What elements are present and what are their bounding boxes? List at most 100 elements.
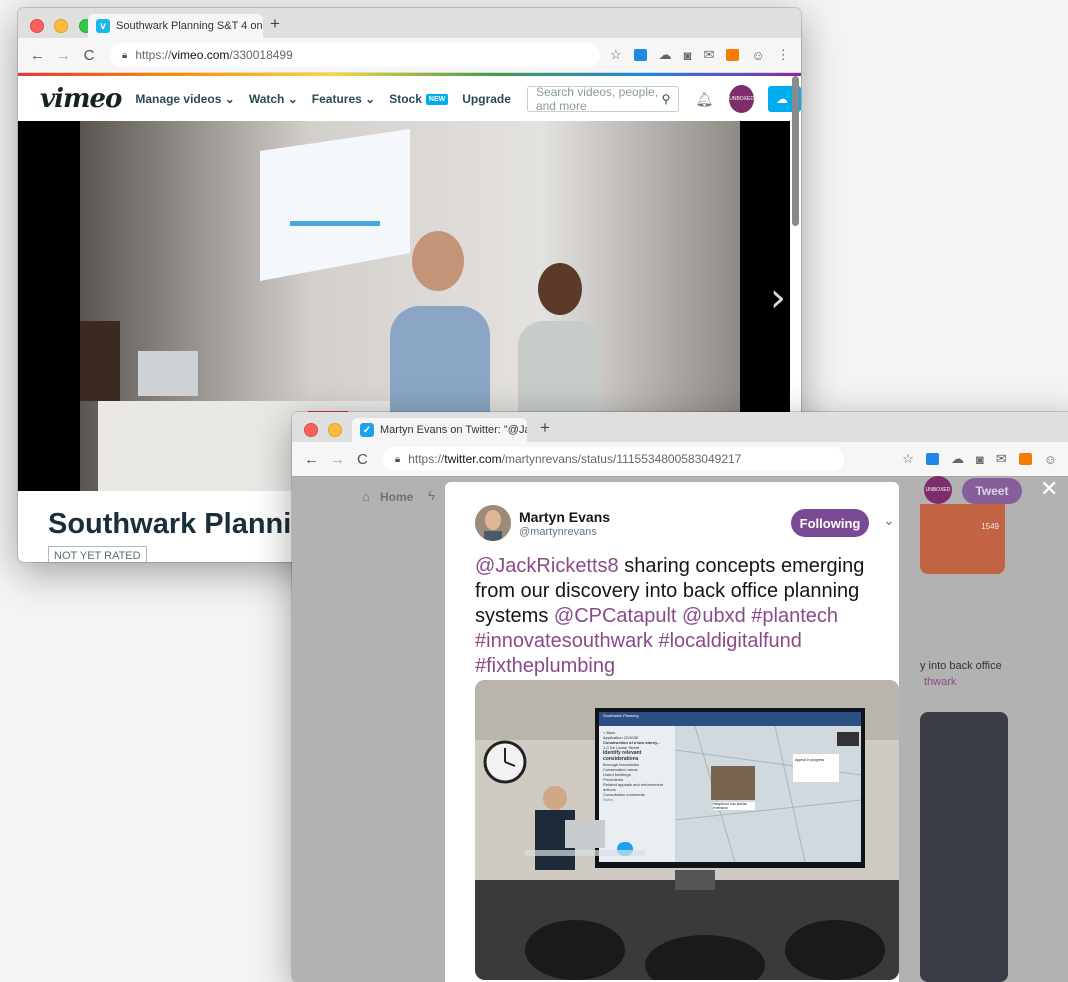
address-bar-row: ← → C 🔒︎ https://vimeo.com/330018499 ☆ ☁… [18, 38, 801, 73]
vimeo-navbar: vimeo Manage videos ⌄ Watch ⌄ Features ⌄… [18, 73, 801, 122]
url-prefix: https:// [135, 48, 171, 62]
close-modal-icon[interactable]: ✕ [1040, 476, 1058, 502]
lock-icon: 🔒︎ [122, 50, 127, 61]
tweet-text: @JackRicketts8 sharing concepts emerging… [475, 554, 899, 679]
mention-link[interactable]: @JackRicketts8 [475, 555, 619, 577]
extension-blue-icon[interactable] [926, 453, 939, 465]
notification-bell-icon[interactable]: 🔔︎ [695, 91, 713, 108]
hashtag-link[interactable]: #localdigitalfund [658, 630, 801, 652]
vertical-scrollbar[interactable] [792, 76, 799, 226]
tweet-modal: Martyn Evans @martynrevans Following ⌄ @… [445, 482, 899, 982]
search-icon[interactable]: ⚲ [662, 92, 671, 106]
mail-icon[interactable]: ✉ [996, 451, 1007, 467]
twitter-bird-icon: ✓ [360, 423, 374, 437]
tab-title: Southwark Planning S&T 4 on [116, 20, 263, 32]
tab-twitter[interactable]: ✓ Martyn Evans on Twitter: "@Ja ✕ [352, 418, 527, 442]
new-badge: NEW [426, 94, 448, 105]
back-icon[interactable]: ← [304, 451, 318, 468]
bg-text-1: y into back office [920, 660, 1002, 672]
new-tab-button[interactable]: + [540, 418, 550, 438]
extension-cloud-icon[interactable]: ☁ [659, 47, 672, 63]
extension-orange-icon[interactable] [1019, 453, 1032, 465]
url-path: /martynrevans/status/1115534800583049217 [502, 452, 742, 466]
chevron-down-icon[interactable]: ⌄ [883, 512, 895, 529]
svg-text:›: › [770, 275, 786, 321]
search-placeholder: Search videos, people, and more [536, 85, 662, 113]
reload-icon[interactable]: C [82, 47, 96, 64]
bg-text-2: thwark [924, 676, 956, 688]
screen-appeal: Appeal in progress [795, 758, 837, 762]
close-window-button[interactable] [30, 19, 44, 33]
upload-cloud-icon: ☁ [776, 92, 788, 106]
bookmark-star-icon[interactable]: ☆ [610, 47, 622, 63]
forward-icon[interactable]: → [56, 47, 70, 64]
new-tab-button[interactable]: + [270, 14, 280, 34]
address-bar-row: ← → C 🔒︎ https://twitter.com/martynrevan… [292, 442, 1068, 477]
url-host: twitter.com [444, 452, 501, 466]
tab-bar: v Southwark Planning S&T 4 on ✕ + [18, 8, 801, 38]
screen-content: < Back Application 22/3030 Construction … [603, 730, 673, 802]
bg-avatar[interactable]: UNBOXED [924, 476, 952, 504]
screen-notes: Notes [603, 797, 673, 802]
author-avatar-image [475, 505, 511, 541]
lock-icon: 🔒︎ [395, 454, 400, 465]
nav-stock[interactable]: StockNEW [389, 92, 448, 106]
close-window-button[interactable] [304, 423, 318, 437]
screen-item: Related appeals and enforcement actions [603, 782, 673, 792]
extension-blue-icon[interactable] [634, 49, 647, 61]
url-bar[interactable]: 🔒︎ https://vimeo.com/330018499 [110, 43, 600, 67]
extension-cloud-icon[interactable]: ☁ [951, 451, 964, 467]
chevron-down-icon: ⌄ [225, 92, 235, 106]
reload-icon[interactable]: C [356, 451, 369, 468]
nav-features[interactable]: Features ⌄ [312, 92, 375, 106]
url-path: /330018499 [229, 48, 292, 62]
user-avatar[interactable]: UNBOXED [729, 85, 754, 113]
search-input[interactable]: Search videos, people, and more ⚲ [527, 86, 680, 112]
tab-title: Martyn Evans on Twitter: "@Ja [380, 424, 527, 436]
tab-bar: ✓ Martyn Evans on Twitter: "@Ja ✕ + [292, 412, 1068, 442]
camera-icon[interactable]: ◙ [684, 48, 692, 63]
tweet-photo-image [475, 680, 899, 980]
chevron-down-icon: ⌄ [365, 92, 375, 106]
nav-watch[interactable]: Watch ⌄ [249, 92, 298, 106]
url-prefix: https:// [408, 452, 444, 466]
screen-precedent: Neighbour has similar extension [713, 802, 755, 810]
author-avatar[interactable] [475, 505, 511, 541]
twitter-browser-window: ✓ Martyn Evans on Twitter: "@Ja ✕ + ← → … [292, 412, 1068, 982]
screen-overlay: Southwark Planning [603, 713, 673, 718]
mail-icon[interactable]: ✉ [704, 47, 715, 63]
extensions: ☆ ☁ ◙ ✉ ☺ ⋮ [610, 47, 790, 63]
tweet-button[interactable]: Tweet [962, 478, 1022, 504]
author-handle[interactable]: @martynrevans [519, 526, 597, 538]
nav-manage-videos[interactable]: Manage videos ⌄ [135, 92, 234, 106]
rating-badge: NOT YET RATED [48, 546, 147, 562]
tweet-photo[interactable]: Southwark Planning < Back Application 22… [475, 680, 899, 980]
vimeo-logo[interactable]: vimeo [40, 84, 121, 114]
bookmark-star-icon[interactable]: ☆ [902, 451, 914, 467]
profile-avatar-icon[interactable]: ☺ [751, 48, 764, 63]
following-button[interactable]: Following [791, 509, 869, 537]
minimize-window-button[interactable] [328, 423, 342, 437]
profile-avatar-icon[interactable]: ☺ [1044, 452, 1057, 467]
author-name[interactable]: Martyn Evans [519, 509, 610, 525]
bg-photo [920, 712, 1008, 982]
vimeo-favicon-icon: v [96, 19, 110, 33]
minimize-window-button[interactable] [54, 19, 68, 33]
mention-link[interactable]: @CPCatapult [554, 605, 677, 627]
extension-orange-icon[interactable] [726, 49, 739, 61]
hashtag-link[interactable]: #innovatesouthwark [475, 630, 653, 652]
bg-sidebar-image: 1549 [920, 504, 1005, 574]
video-title: Southwark Plannin [48, 508, 309, 541]
screen-header: Southwark Planning [603, 713, 639, 718]
camera-icon[interactable]: ◙ [976, 452, 984, 467]
tab-vimeo[interactable]: v Southwark Planning S&T 4 on ✕ [88, 14, 263, 38]
hashtag-link[interactable]: #fixtheplumbing [475, 655, 615, 677]
url-bar[interactable]: 🔒︎ https://twitter.com/martynrevans/stat… [383, 447, 844, 471]
bg-number: 1549 [981, 522, 999, 531]
forward-icon[interactable]: → [330, 451, 344, 468]
nav-upgrade[interactable]: Upgrade [462, 92, 511, 106]
hashtag-link[interactable]: #plantech [751, 605, 838, 627]
mention-link[interactable]: @ubxd [682, 605, 746, 627]
back-icon[interactable]: ← [30, 47, 44, 64]
menu-kebab-icon[interactable]: ⋮ [777, 47, 790, 63]
